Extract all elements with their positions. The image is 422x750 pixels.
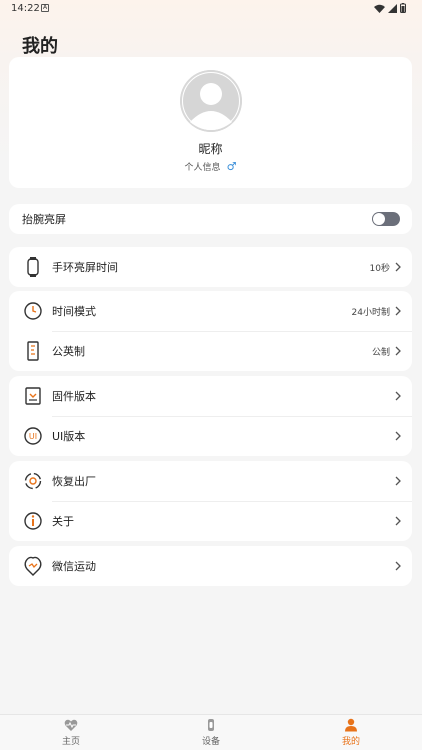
firmware-row[interactable]: 固件版本 [9,376,412,416]
notification-icon: A [41,4,49,12]
clock-icon [24,302,42,320]
chevron-right-icon [395,306,401,316]
chevron-right-icon [395,391,401,401]
status-time: 14:22 [11,3,40,14]
profile-card[interactable]: 昵称 个人信息 ♂ [9,57,412,188]
wechat-sport-label: 微信运动 [52,560,96,573]
ui-icon: UI [24,427,42,445]
about-row[interactable]: 关于 [9,501,412,541]
time-units-card: 时间模式 24小时制 公英制 公制 [9,291,412,371]
nav-home[interactable]: 主页 [31,718,111,747]
screen-time-card: 手环亮屏时间 10秒 [9,247,412,287]
nav-device-label: 设备 [201,737,220,747]
wifi-icon [374,4,385,13]
screen-time-value: 10秒 [369,263,390,274]
wrist-raise-toggle[interactable] [372,212,400,226]
bottom-nav: 主页 设备 我的 [0,714,422,750]
gender-icon: ♂ [226,160,237,173]
status-bar: 14:22 A [0,0,422,18]
page-title: 我的 [22,36,58,57]
units-row[interactable]: 公英制 公制 [9,331,412,371]
factory-reset-row[interactable]: 恢复出厂 [9,461,412,501]
watch-icon [27,257,39,277]
info-icon [24,512,42,530]
chevron-right-icon [395,262,401,272]
firmware-label: 固件版本 [52,390,96,403]
nav-home-label: 主页 [61,737,80,747]
chevron-right-icon [395,431,401,441]
nav-mine-label: 我的 [341,737,360,747]
personal-info-label: 个人信息 [184,163,221,173]
version-card: 固件版本 UI UI版本 [9,376,412,456]
chevron-right-icon [395,476,401,486]
signal-icon [388,3,397,13]
wechat-sport-row[interactable]: 微信运动 [9,546,412,586]
reset-about-card: 恢复出厂 关于 [9,461,412,541]
firmware-icon [25,387,41,405]
ui-version-row[interactable]: UI UI版本 [9,416,412,456]
screen-time-label: 手环亮屏时间 [52,261,118,274]
factory-reset-label: 恢复出厂 [52,475,96,488]
units-value: 公制 [371,347,390,358]
heart-pulse-icon [64,719,78,731]
status-icons [374,3,406,13]
nickname[interactable]: 昵称 [9,140,412,157]
personal-info-row[interactable]: 个人信息 ♂ [9,160,412,173]
avatar[interactable] [180,70,242,132]
wrist-raise-label: 抬腕亮屏 [22,213,66,226]
nav-device[interactable]: 设备 [171,718,251,747]
time-mode-row[interactable]: 时间模式 24小时制 [9,291,412,331]
person-icon [345,718,357,732]
about-label: 关于 [52,515,74,528]
units-label: 公英制 [52,345,85,358]
time-mode-label: 时间模式 [52,305,96,318]
battery-icon [400,3,406,13]
wechat-sport-card: 微信运动 [9,546,412,586]
reset-icon [24,472,42,490]
wechat-sport-icon [24,556,42,576]
chevron-right-icon [395,516,401,526]
ui-version-label: UI版本 [52,430,86,443]
screen-time-row[interactable]: 手环亮屏时间 10秒 [9,247,412,287]
chevron-right-icon [395,561,401,571]
wrist-raise-row: 抬腕亮屏 [9,199,412,239]
avatar-person-icon [180,70,242,132]
wrist-raise-card: 抬腕亮屏 [9,204,412,234]
svg-text:UI: UI [29,432,37,441]
toggle-knob [373,213,385,225]
chevron-right-icon [395,346,401,356]
device-icon [208,719,214,731]
nav-mine[interactable]: 我的 [311,718,391,747]
time-mode-value: 24小时制 [351,307,390,318]
ruler-icon [27,341,39,361]
